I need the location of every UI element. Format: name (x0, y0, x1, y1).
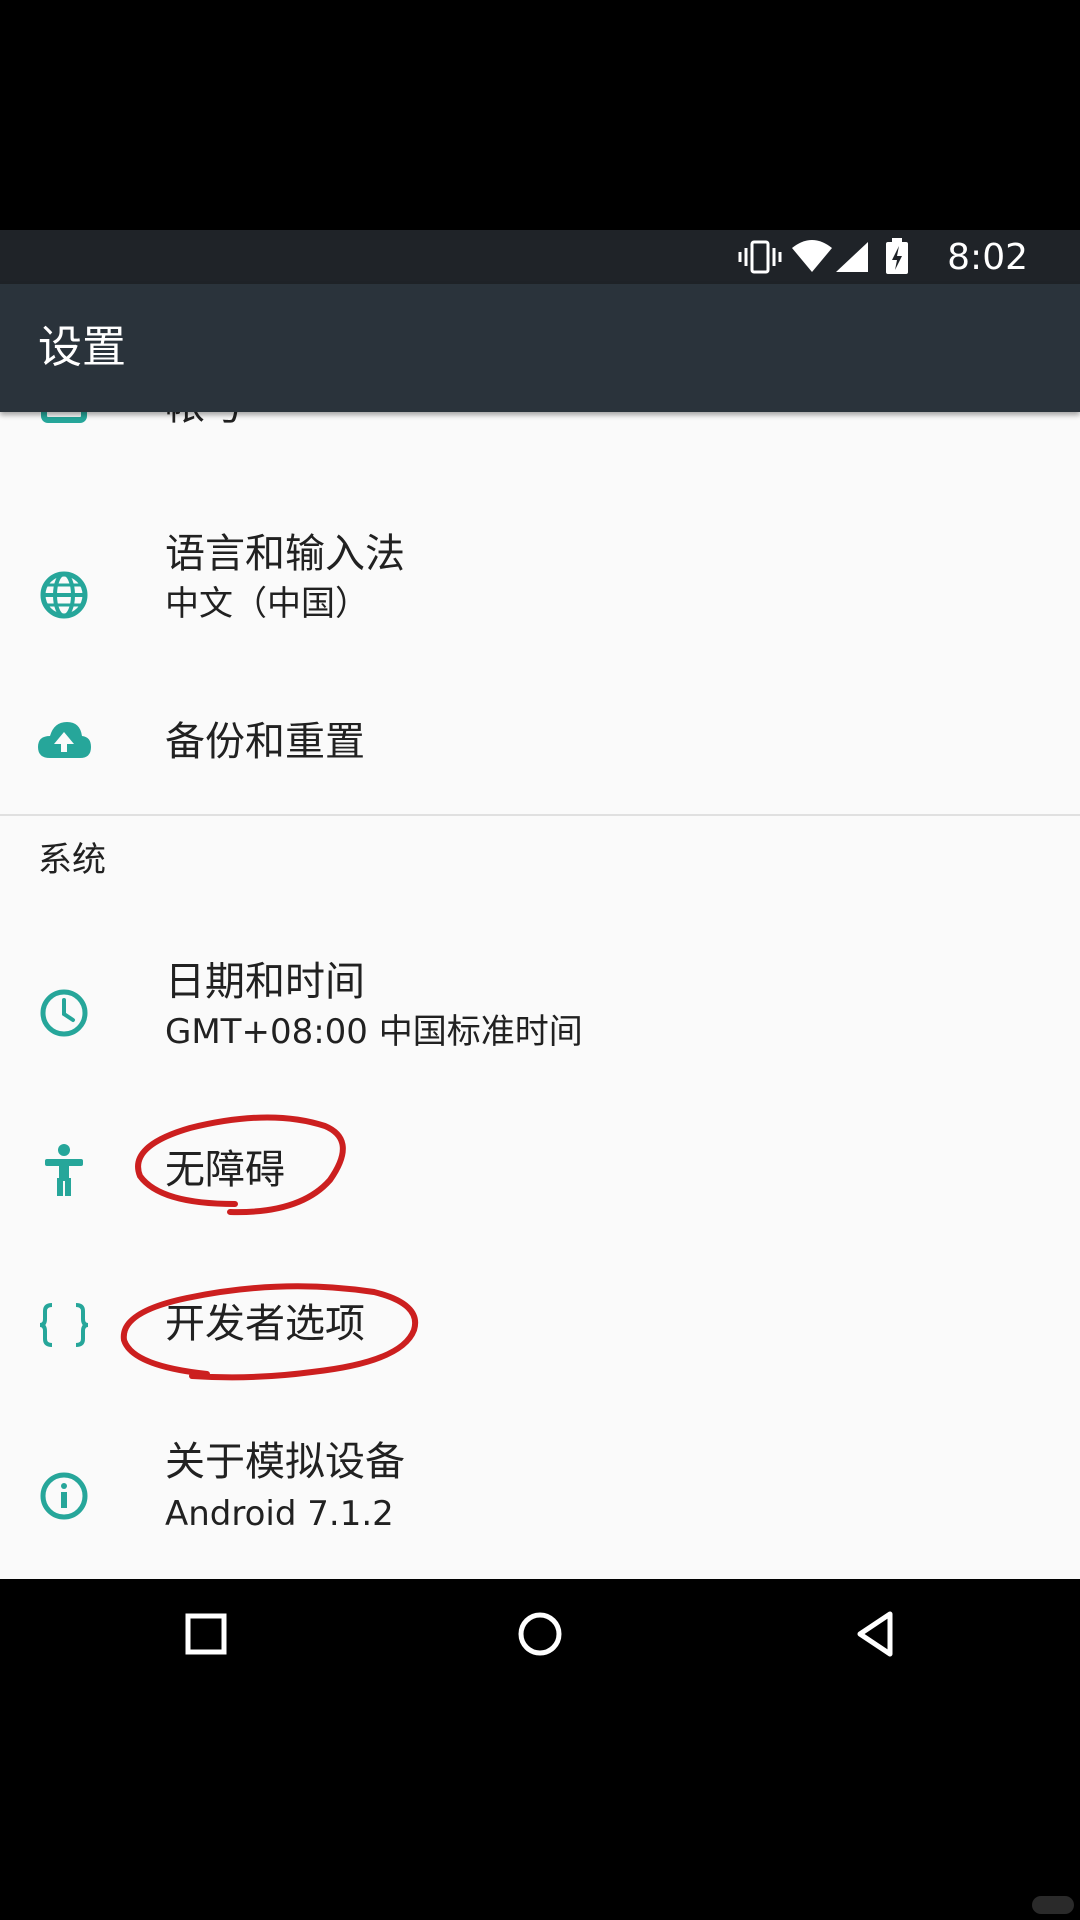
vibrate-icon (738, 238, 782, 280)
battery-charging-icon (884, 238, 910, 280)
back-button[interactable] (846, 1604, 906, 1664)
settings-item-developer-options[interactable]: 开发者选项 (0, 1252, 1080, 1402)
account-icon (36, 412, 92, 432)
settings-item-label: 开发者选项 (165, 1301, 365, 1347)
status-bar: 8:02 (0, 230, 1080, 284)
settings-item-summary: GMT+08:00 中国标准时间 (165, 1012, 583, 1052)
settings-item-label: 无障碍 (165, 1147, 285, 1193)
app-bar: 设置 (0, 284, 1080, 412)
developer-braces-icon (36, 1297, 92, 1353)
settings-item-account[interactable]: 帐号 (0, 412, 1080, 436)
settings-item-accessibility[interactable]: 无障碍 (0, 1102, 1080, 1242)
settings-item-summary: 中文（中国） (165, 584, 369, 624)
recents-button[interactable] (176, 1604, 236, 1664)
clock-icon (36, 985, 92, 1041)
settings-item-label: 帐号 (165, 412, 245, 432)
settings-item-label: 日期和时间 (165, 959, 365, 1005)
section-header-system: 系统 (38, 840, 106, 880)
page-title: 设置 (38, 322, 126, 373)
info-icon (36, 1468, 92, 1524)
settings-item-language-input[interactable]: 语言和输入法 中文（中国） (0, 512, 1080, 672)
wifi-icon (790, 238, 834, 280)
status-bar-clock: 8:02 (947, 237, 1028, 278)
watermark-mark (1032, 1896, 1074, 1914)
settings-list[interactable]: 帐号 语言和输入法 中文（中国） 备份和重置 系统 (0, 412, 1080, 1579)
accessibility-icon (36, 1142, 92, 1198)
home-button[interactable] (510, 1604, 570, 1664)
settings-item-date-time[interactable]: 日期和时间 GMT+08:00 中国标准时间 (0, 932, 1080, 1092)
settings-item-summary: Android 7.1.2 (165, 1494, 394, 1534)
navigation-bar (0, 1579, 1080, 1689)
cloud-upload-icon (36, 714, 92, 770)
settings-item-about-device[interactable]: 关于模拟设备 Android 7.1.2 (0, 1412, 1080, 1572)
settings-item-backup-reset[interactable]: 备份和重置 (0, 682, 1080, 802)
settings-item-label: 语言和输入法 (165, 531, 405, 577)
settings-item-label: 备份和重置 (165, 719, 365, 765)
settings-item-label: 关于模拟设备 (165, 1439, 405, 1485)
cellular-signal-icon (834, 238, 870, 280)
globe-icon (36, 567, 92, 623)
section-divider (0, 814, 1080, 816)
